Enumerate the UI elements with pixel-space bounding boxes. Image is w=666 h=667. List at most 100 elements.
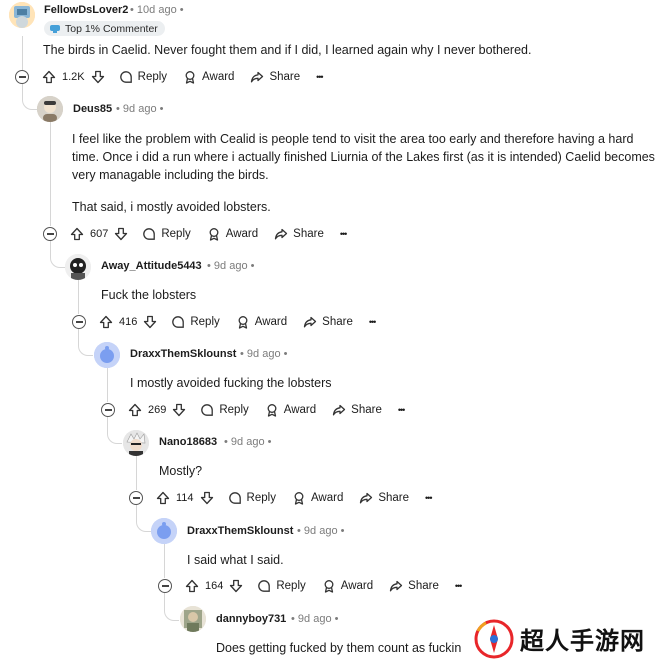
downvote-icon[interactable] — [91, 70, 105, 84]
more-icon[interactable]: ••• — [398, 405, 406, 415]
username[interactable]: Away_Attitude5443 — [101, 260, 202, 272]
comment-meta: • 9d ago • — [297, 525, 345, 537]
timestamp: 9d ago — [230, 436, 265, 448]
comment-body: I said what I said. — [187, 551, 647, 569]
vote-control: 607 — [70, 227, 128, 241]
username[interactable]: FellowDsLover2 — [44, 4, 128, 16]
thread-elbow — [78, 329, 93, 356]
comment-actions: 416 Reply Award Share ••• — [72, 312, 391, 332]
comment-meta: • 9d ago • — [116, 103, 164, 115]
thread-elbow — [107, 417, 122, 444]
upvote-icon[interactable] — [42, 70, 56, 84]
share-button[interactable]: Share — [274, 227, 324, 241]
award-icon — [185, 71, 195, 84]
username[interactable]: DraxxThemSklounst — [187, 525, 293, 537]
avatar[interactable] — [9, 2, 35, 28]
timestamp: 10d ago — [136, 4, 177, 16]
share-button[interactable]: Share — [389, 579, 439, 593]
avatar[interactable] — [65, 254, 91, 280]
upvote-icon[interactable] — [99, 315, 113, 329]
award-icon — [324, 580, 334, 593]
more-icon[interactable]: ••• — [455, 581, 463, 591]
collapse-icon[interactable] — [101, 403, 115, 417]
more-icon[interactable]: ••• — [425, 493, 433, 503]
vote-count: 164 — [205, 580, 224, 592]
upvote-icon[interactable] — [70, 227, 84, 241]
reply-button[interactable]: Reply — [257, 579, 306, 593]
award-button[interactable]: Award — [207, 227, 258, 241]
collapse-icon[interactable] — [43, 227, 57, 241]
vote-count: 607 — [90, 228, 109, 240]
award-button[interactable]: Award — [183, 70, 234, 84]
collapse-icon[interactable] — [129, 491, 143, 505]
vote-count: 114 — [176, 492, 194, 504]
vote-control: 269 — [128, 403, 186, 417]
username[interactable]: Nano18683 — [159, 436, 217, 448]
reply-button[interactable]: Reply — [200, 403, 249, 417]
reply-label: Reply — [190, 316, 220, 328]
share-icon — [251, 71, 264, 83]
avatar[interactable] — [151, 518, 177, 544]
award-button[interactable]: Award — [292, 491, 343, 505]
avatar[interactable] — [123, 430, 149, 456]
comment-meta: • 9d ago • — [207, 260, 255, 272]
downvote-icon[interactable] — [172, 403, 186, 417]
watermark: 超人手游网 — [470, 610, 666, 667]
avatar[interactable] — [180, 606, 206, 632]
upvote-icon[interactable] — [128, 403, 142, 417]
award-label: Award — [310, 492, 344, 504]
reply-icon — [143, 228, 156, 240]
share-icon — [360, 492, 373, 504]
reply-button[interactable]: Reply — [171, 315, 220, 329]
more-icon[interactable]: ••• — [340, 229, 348, 239]
collapse-icon[interactable] — [158, 579, 172, 593]
flair-text: Top 1% Commenter — [65, 22, 158, 35]
comment-actions: 1.2K Reply Award Share ••• — [15, 67, 339, 87]
reply-button[interactable]: Reply — [142, 227, 191, 241]
reply-button[interactable]: Reply — [228, 491, 276, 505]
award-label: Award — [202, 71, 235, 83]
username[interactable]: DraxxThemSklounst — [130, 348, 236, 360]
award-label: Award — [254, 316, 288, 328]
comment-text: That said, i mostly avoided lobsters. — [72, 200, 271, 214]
comment-body: I feel like the problem with Cealid is p… — [72, 130, 658, 216]
award-button[interactable]: Award — [236, 315, 287, 329]
comment-actions: 269 Reply Award Share ••• — [101, 400, 420, 420]
username[interactable]: Deus85 — [73, 103, 112, 115]
reply-button[interactable]: Reply — [119, 70, 167, 84]
comment-text: The birds in Caelid. Never fought them a… — [43, 43, 532, 57]
upvote-icon[interactable] — [185, 579, 199, 593]
comment-body: Mostly? — [159, 462, 639, 480]
share-button[interactable]: Share — [332, 403, 382, 417]
downvote-icon[interactable] — [200, 491, 214, 505]
share-icon — [304, 316, 317, 328]
vote-control: 416 — [99, 315, 157, 329]
reply-icon — [258, 580, 271, 592]
share-label: Share — [269, 71, 301, 83]
reply-label: Reply — [161, 228, 191, 240]
avatar[interactable] — [94, 342, 120, 368]
username[interactable]: dannyboy731 — [216, 613, 286, 625]
upvote-icon[interactable] — [156, 491, 170, 505]
collapse-icon[interactable] — [72, 315, 86, 329]
more-icon[interactable]: ••• — [369, 317, 377, 327]
downvote-icon[interactable] — [114, 227, 128, 241]
comment-text: Fuck the lobsters — [101, 288, 197, 302]
award-button[interactable]: Award — [322, 579, 373, 593]
share-button[interactable]: Share — [250, 70, 300, 84]
more-icon[interactable]: ••• — [316, 72, 324, 82]
comment-meta: • 9d ago • — [291, 613, 339, 625]
share-button[interactable]: Share — [359, 491, 409, 505]
downvote-icon[interactable] — [143, 315, 157, 329]
reply-label: Reply — [137, 71, 168, 83]
avatar[interactable] — [37, 96, 63, 122]
share-label: Share — [408, 580, 439, 592]
downvote-icon[interactable] — [229, 579, 243, 593]
timestamp: 9d ago — [297, 613, 332, 625]
share-button[interactable]: Share — [303, 315, 353, 329]
award-button[interactable]: Award — [265, 403, 316, 417]
collapse-icon[interactable] — [15, 70, 29, 84]
reply-icon — [228, 492, 241, 504]
thread-elbow — [164, 593, 179, 621]
award-icon — [238, 316, 248, 329]
